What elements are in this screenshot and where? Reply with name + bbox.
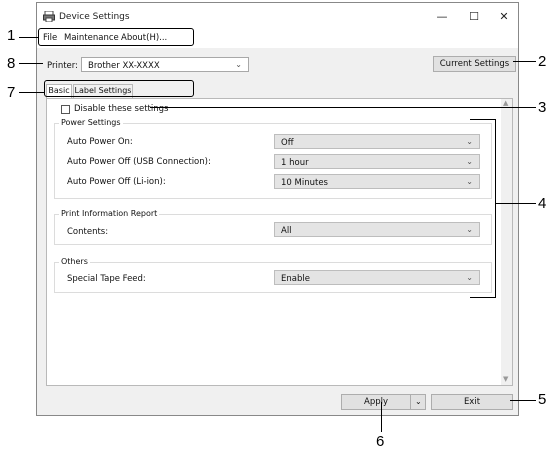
others-title: Others [59, 257, 90, 266]
title-bar: Device Settings — ☐ ✕ [37, 3, 518, 30]
printer-value: Brother XX-XXXX [88, 61, 160, 71]
auto-power-on-label: Auto Power On: [67, 137, 133, 147]
device-settings-window: Device Settings — ☐ ✕ File Maintenance A… [36, 2, 519, 416]
callout-4: 4 [538, 195, 547, 212]
menu-highlight-box [38, 28, 194, 46]
scroll-down-icon[interactable]: ▼ [503, 375, 508, 383]
callout-3-line [150, 107, 536, 108]
auto-power-off-liion-select[interactable]: 10 Minutes ⌄ [274, 174, 480, 189]
apply-button[interactable]: Apply [341, 394, 411, 410]
auto-power-off-usb-value: 1 hour [281, 158, 309, 168]
callout-2: 2 [538, 53, 547, 70]
chevron-down-icon: ⌄ [415, 397, 422, 406]
window-title: Device Settings [59, 12, 130, 22]
auto-power-off-liion-value: 10 Minutes [281, 178, 328, 188]
tabs-highlight-box [44, 80, 194, 97]
callout-6-line [381, 402, 382, 432]
special-tape-feed-label: Special Tape Feed: [67, 274, 146, 284]
callout-7-line [19, 92, 45, 93]
callout-4-line [496, 203, 536, 204]
callout-6: 6 [376, 433, 385, 450]
callout-3: 3 [538, 99, 547, 116]
contents-value: All [281, 226, 292, 236]
printer-select[interactable]: Brother XX-XXXX ⌄ [81, 57, 249, 72]
callout-2-line [513, 61, 536, 62]
vertical-scrollbar[interactable]: ▲ ▼ [501, 99, 512, 385]
print-information-title: Print Information Report [59, 209, 160, 218]
callout-5-line [510, 400, 536, 401]
callout-8: 8 [7, 55, 16, 72]
exit-button[interactable]: Exit [431, 394, 513, 410]
printer-app-icon [43, 11, 55, 22]
special-tape-feed-value: Enable [281, 274, 310, 284]
callout-5: 5 [538, 391, 547, 408]
contents-label: Contents: [67, 227, 109, 237]
callout-1-line [19, 37, 39, 38]
minimize-button[interactable]: — [427, 7, 457, 27]
chevron-down-icon: ⌄ [235, 60, 242, 69]
close-button[interactable]: ✕ [489, 7, 519, 27]
current-settings-button[interactable]: Current Settings [433, 56, 516, 72]
callout-8-line [19, 63, 43, 64]
disable-settings-checkbox[interactable] [61, 105, 70, 114]
maximize-button[interactable]: ☐ [459, 7, 489, 27]
groups-bracket [470, 119, 496, 298]
callout-7: 7 [7, 84, 16, 101]
disable-settings-label: Disable these settings [74, 104, 169, 114]
auto-power-on-value: Off [281, 138, 294, 148]
auto-power-off-usb-select[interactable]: 1 hour ⌄ [274, 154, 480, 169]
contents-select[interactable]: All ⌄ [274, 222, 480, 237]
printer-label: Printer: [47, 61, 78, 71]
apply-dropdown-button[interactable]: ⌄ [410, 394, 426, 410]
auto-power-off-liion-label: Auto Power Off (Li-ion): [67, 177, 166, 187]
scroll-up-icon[interactable]: ▲ [503, 99, 508, 107]
auto-power-off-usb-label: Auto Power Off (USB Connection): [67, 157, 211, 167]
power-settings-title: Power Settings [59, 118, 123, 127]
auto-power-on-select[interactable]: Off ⌄ [274, 134, 480, 149]
callout-1: 1 [7, 27, 16, 44]
special-tape-feed-select[interactable]: Enable ⌄ [274, 270, 480, 285]
